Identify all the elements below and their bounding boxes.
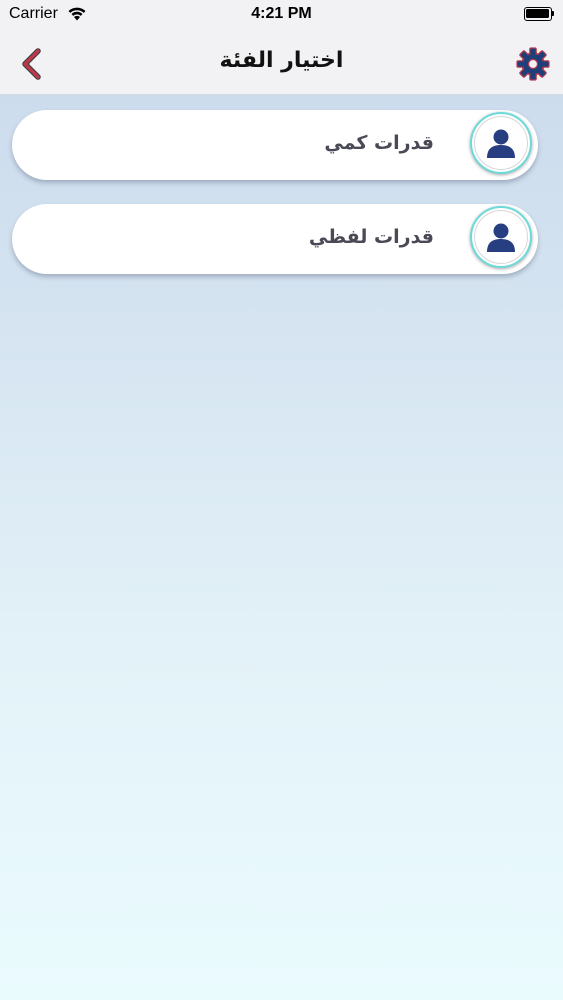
status-bar: Carrier 4:21 PM: [0, 0, 563, 30]
user-avatar-icon: [487, 223, 515, 252]
category-card-verbal[interactable]: قدرات لفظي: [12, 204, 538, 274]
avatar: [470, 112, 532, 174]
avatar: [470, 206, 532, 268]
user-avatar-icon: [487, 129, 515, 158]
navigation-bar: اختيار الفئة: [0, 30, 563, 95]
settings-button[interactable]: [515, 46, 551, 82]
category-label: قدرات لفظي: [308, 226, 434, 248]
status-time: 4:21 PM: [251, 5, 312, 22]
category-label: قدرات كمي: [324, 132, 434, 154]
gear-icon: [516, 47, 550, 81]
battery-icon: [524, 7, 554, 21]
category-card-quantitative[interactable]: قدرات كمي: [12, 110, 538, 180]
page-title: اختيار الفئة: [219, 48, 344, 73]
